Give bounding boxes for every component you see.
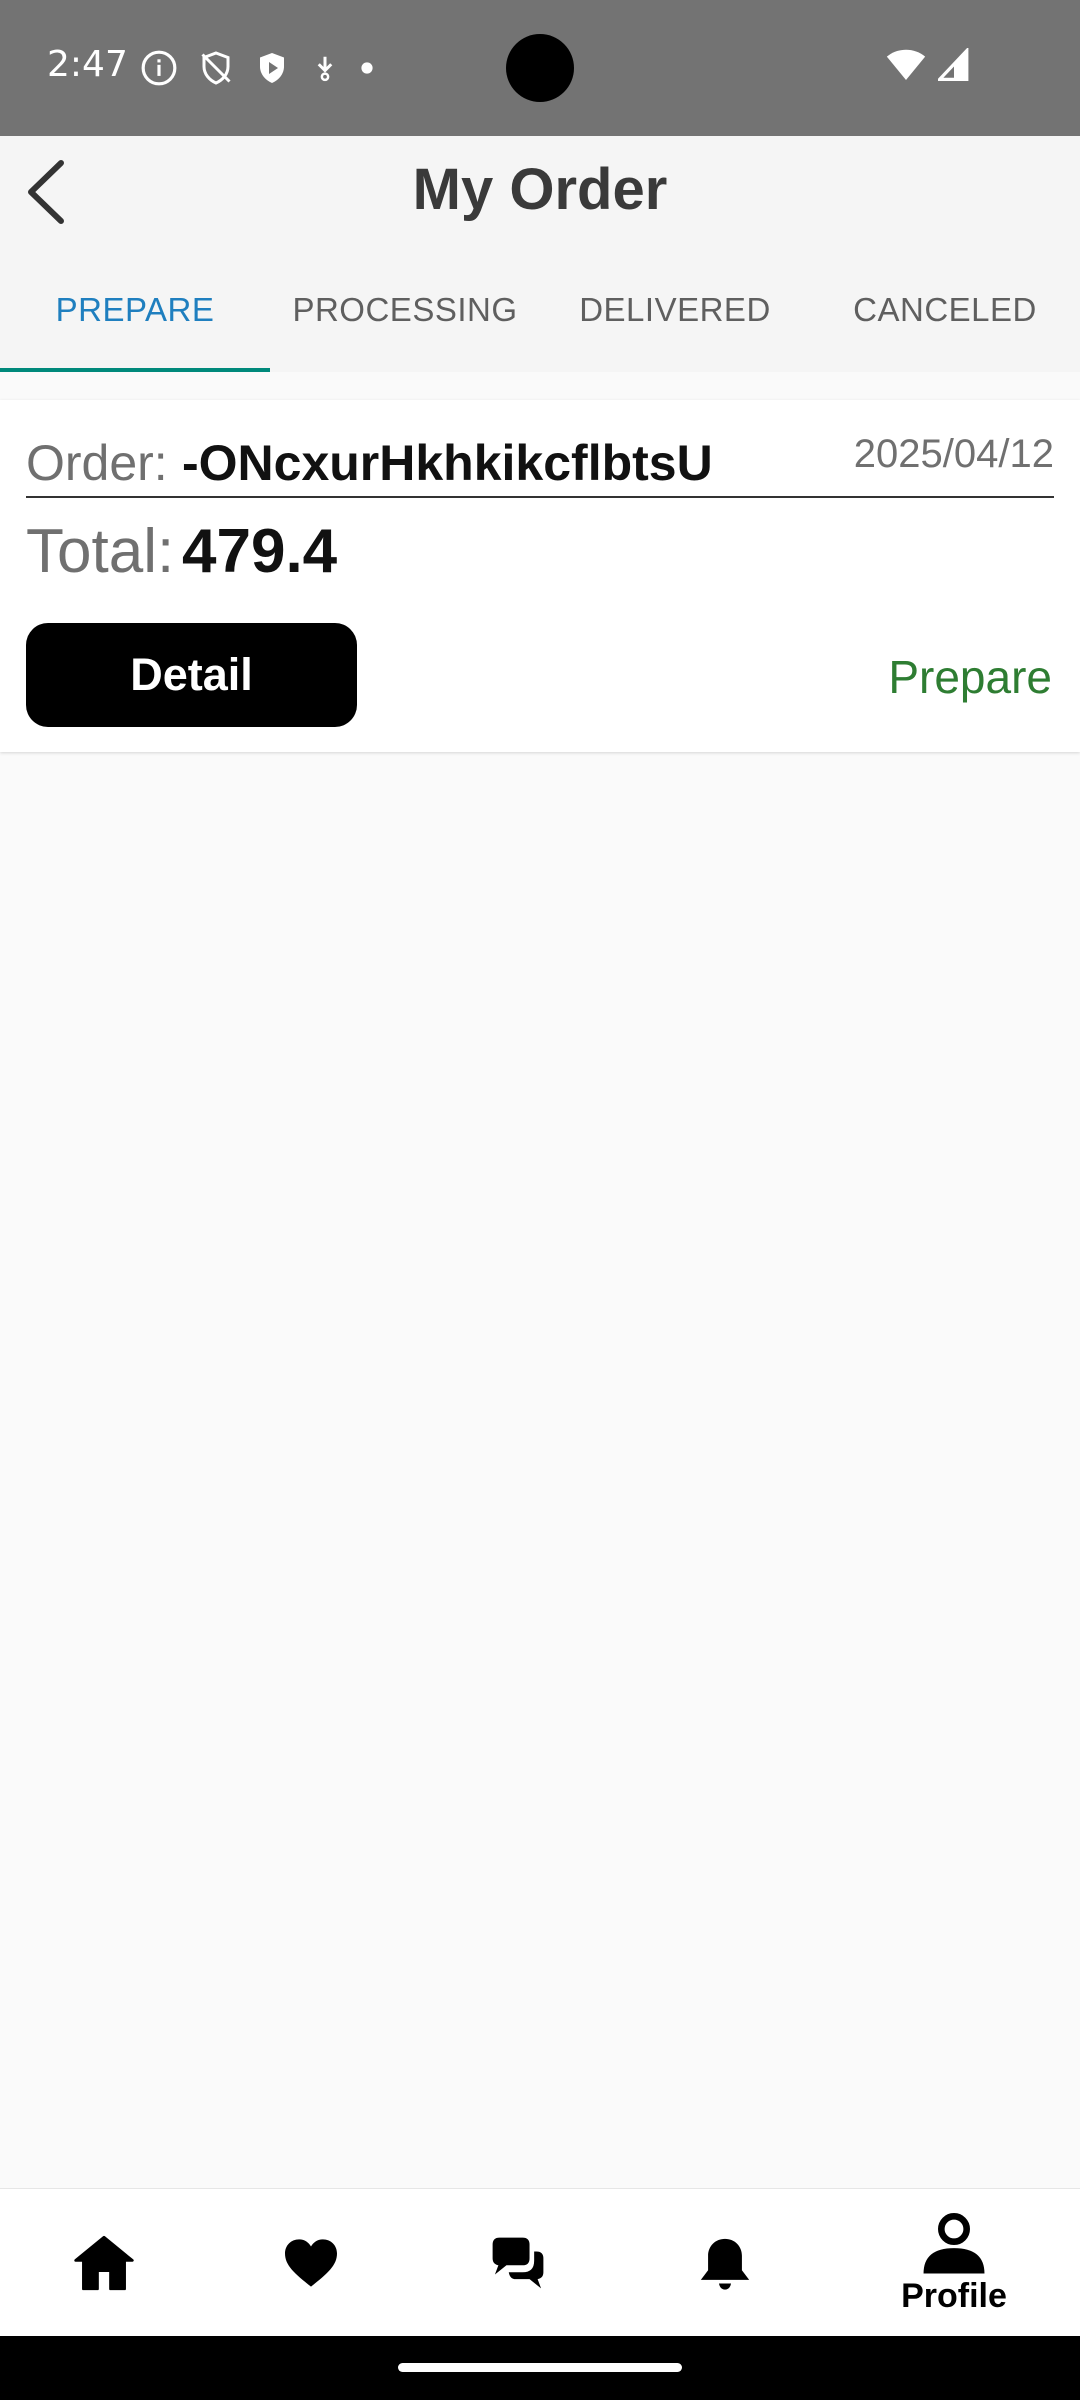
order-card: Order: -ONcxurHkhkikcflbtsU 2025/04/12 T…	[0, 400, 1080, 752]
nav-profile-label: Profile	[901, 2276, 1007, 2315]
nav-profile[interactable]: Profile	[828, 2189, 1080, 2337]
nav-chat[interactable]	[414, 2189, 621, 2337]
status-notification-icons	[140, 48, 374, 88]
play-shield-icon	[260, 53, 284, 83]
order-id: -ONcxurHkhkikcflbtsU	[182, 435, 713, 491]
dot-icon	[361, 62, 373, 74]
nav-notifications[interactable]	[621, 2189, 828, 2337]
total-label: Total:	[26, 517, 175, 586]
gesture-handle[interactable]	[398, 2363, 682, 2372]
shield-off-icon	[201, 51, 231, 85]
nav-favorites[interactable]	[207, 2189, 414, 2337]
profile-icon	[923, 2212, 985, 2273]
nav-home[interactable]	[0, 2189, 207, 2337]
gesture-navigation-bar	[0, 2336, 1080, 2400]
wifi-icon	[886, 49, 926, 80]
order-date: 2025/04/12	[853, 432, 1054, 476]
status-system-icons	[886, 48, 970, 82]
tab-delivered[interactable]: DELIVERED	[540, 248, 810, 372]
heart-icon	[284, 2239, 337, 2287]
camera-cutout	[506, 34, 574, 102]
bottom-nav: Profile	[0, 2188, 1080, 2336]
page-title: My Order	[412, 157, 668, 222]
tab-canceled[interactable]: CANCELED	[810, 248, 1080, 372]
signal-icon	[938, 48, 969, 81]
chat-icon	[492, 2237, 543, 2289]
detail-button[interactable]: Detail	[26, 623, 357, 727]
total-value: 479.4	[182, 517, 338, 586]
home-icon	[73, 2235, 134, 2291]
order-id-row: Order: -ONcxurHkhkikcflbtsU 2025/04/12	[26, 428, 1054, 498]
status-time: 2:47	[47, 44, 128, 85]
download-icon	[317, 56, 333, 82]
bell-icon	[700, 2238, 749, 2290]
tab-processing[interactable]: PROCESSING	[270, 248, 540, 372]
tab-prepare[interactable]: PREPARE	[0, 248, 270, 372]
order-status: Prepare	[888, 651, 1052, 703]
app-bar: My Order	[0, 136, 1080, 248]
status-bar: 2:47	[0, 0, 1080, 136]
info-icon	[141, 50, 177, 86]
order-status-tabs: PREPARE PROCESSING DELIVERED CANCELED	[0, 248, 1080, 372]
order-label: Order:	[26, 435, 168, 491]
